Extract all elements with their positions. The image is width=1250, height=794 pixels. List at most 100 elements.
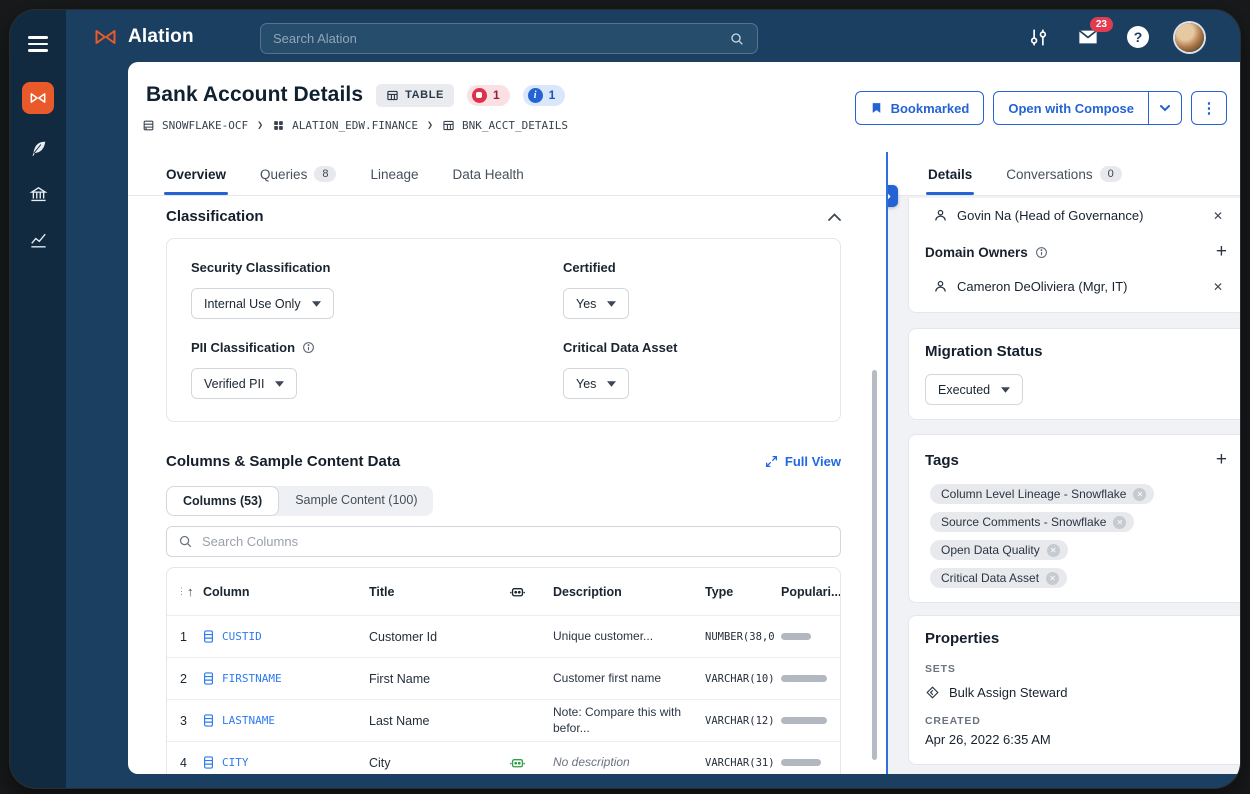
tag-pill[interactable]: Source Comments - Snowflake✕ <box>930 512 1134 532</box>
column-header-column[interactable]: Column <box>203 585 369 599</box>
table-row[interactable]: 4 CITY City No description V <box>167 742 840 774</box>
info-flag-badge[interactable]: i 1 <box>523 85 566 106</box>
ai-suggestion-column-icon[interactable] <box>509 583 553 600</box>
migration-status-dropdown[interactable]: Executed <box>925 374 1023 405</box>
sort-ascending-button[interactable]: ⋮↑ <box>167 584 203 599</box>
analytics-chart-icon[interactable] <box>27 230 49 252</box>
main-scrollbar[interactable] <box>872 370 877 760</box>
alation-logo[interactable]: Alation <box>92 25 194 49</box>
pii-classification-label: PII Classification <box>191 340 563 355</box>
column-icon <box>203 672 214 685</box>
breadcrumb-schema[interactable]: ALATION_EDW.FINANCE <box>272 119 418 132</box>
inbox-icon[interactable]: 23 <box>1075 24 1101 50</box>
more-actions-button[interactable]: ⋮ <box>1191 91 1227 125</box>
owners-card: Govin Na (Head of Governance) ✕ Domain O… <box>908 198 1240 313</box>
tab-lineage[interactable]: Lineage <box>370 167 418 195</box>
tab-sample-content[interactable]: Sample Content (100) <box>279 486 433 516</box>
alation-bowtie-icon <box>28 88 48 108</box>
popularity-bar <box>781 717 827 724</box>
ai-suggested-description-icon[interactable] <box>509 754 553 771</box>
table-row[interactable]: 1 CUSTID Customer Id Unique customer... … <box>167 616 840 658</box>
compose-quill-icon[interactable] <box>27 138 49 160</box>
details-panel: Details Conversations0 Govin Na (Head of… <box>888 152 1240 774</box>
sets-row: Bulk Assign Steward <box>925 685 1229 700</box>
info-icon[interactable] <box>302 341 315 354</box>
help-icon[interactable]: ? <box>1125 24 1151 50</box>
remove-steward-button[interactable]: ✕ <box>1213 209 1223 223</box>
collapse-section-button[interactable] <box>828 213 841 221</box>
remove-tag-button[interactable]: ✕ <box>1133 488 1146 501</box>
remove-tag-button[interactable]: ✕ <box>1047 544 1060 557</box>
collapse-panel-button[interactable] <box>888 185 898 207</box>
columns-search[interactable] <box>166 526 841 557</box>
datasource-icon <box>142 119 155 132</box>
tab-columns[interactable]: Columns (53) <box>166 486 279 516</box>
tab-conversations[interactable]: Conversations0 <box>1006 166 1121 195</box>
alation-home-button[interactable] <box>22 82 54 114</box>
bookmarked-button[interactable]: Bookmarked <box>855 91 985 125</box>
open-with-compose-button[interactable]: Open with Compose <box>994 92 1148 124</box>
tab-data-health[interactable]: Data Health <box>453 167 524 195</box>
domain-owner-name[interactable]: Cameron DeOliviera (Mgr, IT) <box>957 279 1127 294</box>
search-icon <box>178 534 193 549</box>
sets-value[interactable]: Bulk Assign Steward <box>949 685 1068 700</box>
table-row[interactable]: 3 LASTNAME Last Name Note: Compare this … <box>167 700 840 742</box>
remove-domain-owner-button[interactable]: ✕ <box>1213 280 1223 294</box>
content-card: Bank Account Details TABLE 1 i 1 <box>128 62 1240 774</box>
tag-pill[interactable]: Critical Data Asset✕ <box>930 568 1067 588</box>
settings-sliders-icon[interactable] <box>1025 24 1051 50</box>
compose-dropdown-button[interactable] <box>1148 92 1181 124</box>
caret-down-icon <box>312 301 321 307</box>
info-icon[interactable] <box>1035 246 1048 259</box>
deprecation-badge[interactable]: 1 <box>467 85 510 106</box>
remove-tag-button[interactable]: ✕ <box>1113 516 1126 529</box>
certified-dropdown[interactable]: Yes <box>563 288 629 319</box>
tag-pill[interactable]: Column Level Lineage - Snowflake✕ <box>930 484 1154 504</box>
column-header-type[interactable]: Type <box>705 585 781 599</box>
breadcrumb-table[interactable]: BNK_ACCT_DETAILS <box>442 119 568 132</box>
column-link[interactable]: FIRSTNAME <box>203 672 369 685</box>
tag-pill[interactable]: Open Data Quality✕ <box>930 540 1068 560</box>
add-tag-button[interactable]: + <box>1216 449 1227 471</box>
critical-data-asset-dropdown[interactable]: Yes <box>563 368 629 399</box>
chevron-right-icon <box>888 191 891 202</box>
security-classification-dropdown[interactable]: Internal Use Only <box>191 288 334 319</box>
hamburger-menu-icon[interactable] <box>28 36 48 52</box>
security-classification-label: Security Classification <box>191 260 563 275</box>
remove-tag-button[interactable]: ✕ <box>1046 572 1059 585</box>
breadcrumb: SNOWFLAKE-OCF ❯ ALATION_EDW.FINANCE ❯ BN… <box>142 119 568 132</box>
migration-status-card: Migration Status Executed <box>908 328 1240 420</box>
columns-table: ⋮↑ Column Title Description Type Popular… <box>166 567 841 774</box>
table-row[interactable]: 2 FIRSTNAME First Name Customer first na… <box>167 658 840 700</box>
breadcrumb-datasource[interactable]: SNOWFLAKE-OCF <box>142 119 248 132</box>
steward-name[interactable]: Govin Na (Head of Governance) <box>957 208 1143 223</box>
columns-search-input[interactable] <box>202 534 829 549</box>
security-classification-field: Security Classification Internal Use Onl… <box>191 260 563 319</box>
brand-name: Alation <box>128 26 194 48</box>
tags-heading: Tags <box>925 452 959 469</box>
add-domain-owner-button[interactable]: + <box>1216 241 1227 263</box>
full-view-button[interactable]: Full View <box>765 454 841 469</box>
chevron-right-icon: ❯ <box>427 120 433 131</box>
global-search-input[interactable] <box>273 31 729 46</box>
column-header-description[interactable]: Description <box>553 585 705 599</box>
column-link[interactable]: CUSTID <box>203 630 369 643</box>
governance-bank-icon[interactable] <box>27 184 49 206</box>
sets-diamond-icon <box>925 685 940 700</box>
column-link[interactable]: CITY <box>203 756 369 769</box>
search-icon[interactable] <box>729 31 745 47</box>
global-search[interactable] <box>260 23 758 54</box>
tab-overview[interactable]: Overview <box>166 167 226 195</box>
deprecation-icon <box>472 88 487 103</box>
caret-down-icon <box>1001 387 1010 393</box>
column-header-title[interactable]: Title <box>369 585 509 599</box>
certified-field: Certified Yes <box>563 260 816 319</box>
bookmark-icon <box>870 101 883 115</box>
pii-classification-dropdown[interactable]: Verified PII <box>191 368 297 399</box>
column-link[interactable]: LASTNAME <box>203 714 369 727</box>
steward-row: Govin Na (Head of Governance) ✕ <box>925 204 1229 227</box>
tab-queries[interactable]: Queries8 <box>260 166 336 195</box>
tab-details[interactable]: Details <box>928 167 972 195</box>
column-header-popularity[interactable]: Populari... <box>781 585 841 599</box>
avatar[interactable] <box>1175 23 1204 52</box>
